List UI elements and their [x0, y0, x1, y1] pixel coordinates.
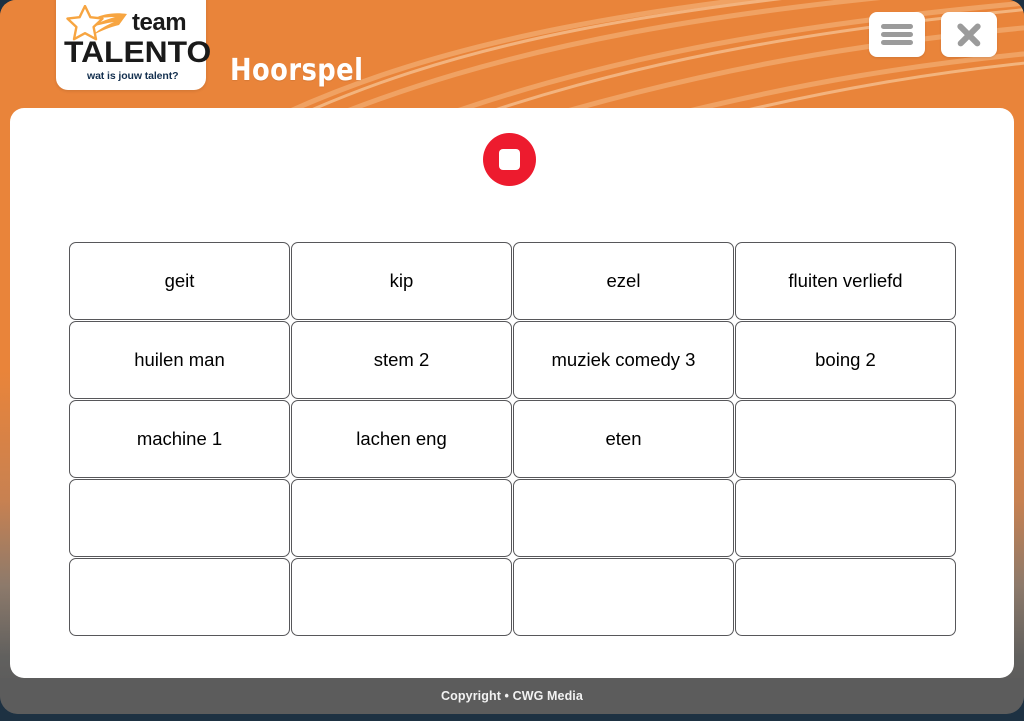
sound-button-empty[interactable]	[735, 558, 956, 636]
sound-button[interactable]: muziek comedy 3	[513, 321, 734, 399]
sound-button-grid: geit kip ezel fluiten verliefd huilen man ste…	[69, 242, 956, 636]
sound-button[interactable]: ezel	[513, 242, 734, 320]
application-frame: team TALENTO wat is jouw talent? Hoorspe…	[0, 0, 1024, 714]
stop-square-icon	[499, 149, 520, 170]
app-header: team TALENTO wat is jouw talent? Hoorspe…	[0, 0, 1024, 110]
logo-brand-main: TALENTO	[64, 36, 212, 69]
sound-button[interactable]: geit	[69, 242, 290, 320]
app-footer: Copyright • CWG Media	[0, 678, 1024, 714]
sound-button-empty[interactable]	[513, 558, 734, 636]
close-button[interactable]	[941, 12, 997, 57]
sound-button-empty[interactable]	[69, 558, 290, 636]
sound-button-empty[interactable]	[291, 479, 512, 557]
sound-button[interactable]: machine 1	[69, 400, 290, 478]
sound-button[interactable]: huilen man	[69, 321, 290, 399]
logo-tagline: wat is jouw talent?	[87, 70, 179, 82]
brand-logo: team TALENTO wat is jouw talent?	[56, 0, 211, 90]
page-title: Hoorspel	[230, 53, 364, 88]
sound-button[interactable]: lachen eng	[291, 400, 512, 478]
sound-button[interactable]: stem 2	[291, 321, 512, 399]
hamburger-menu-icon-bar	[881, 32, 913, 37]
copyright-text: Copyright • CWG Media	[441, 689, 583, 703]
content-panel: geit kip ezel fluiten verliefd huilen man ste…	[10, 108, 1014, 678]
menu-button[interactable]	[869, 12, 925, 57]
sound-button[interactable]: boing 2	[735, 321, 956, 399]
sound-button-empty[interactable]	[735, 400, 956, 478]
stop-button[interactable]	[483, 133, 536, 186]
sound-button-empty[interactable]	[69, 479, 290, 557]
sound-button-empty[interactable]	[291, 558, 512, 636]
sound-button[interactable]: fluiten verliefd	[735, 242, 956, 320]
logo-brand-top: team	[132, 9, 187, 36]
hamburger-menu-icon-bar	[881, 40, 913, 45]
hamburger-menu-icon	[881, 24, 913, 29]
sound-button-empty[interactable]	[735, 479, 956, 557]
sound-button[interactable]: eten	[513, 400, 734, 478]
sound-button[interactable]: kip	[291, 242, 512, 320]
sound-button-empty[interactable]	[513, 479, 734, 557]
